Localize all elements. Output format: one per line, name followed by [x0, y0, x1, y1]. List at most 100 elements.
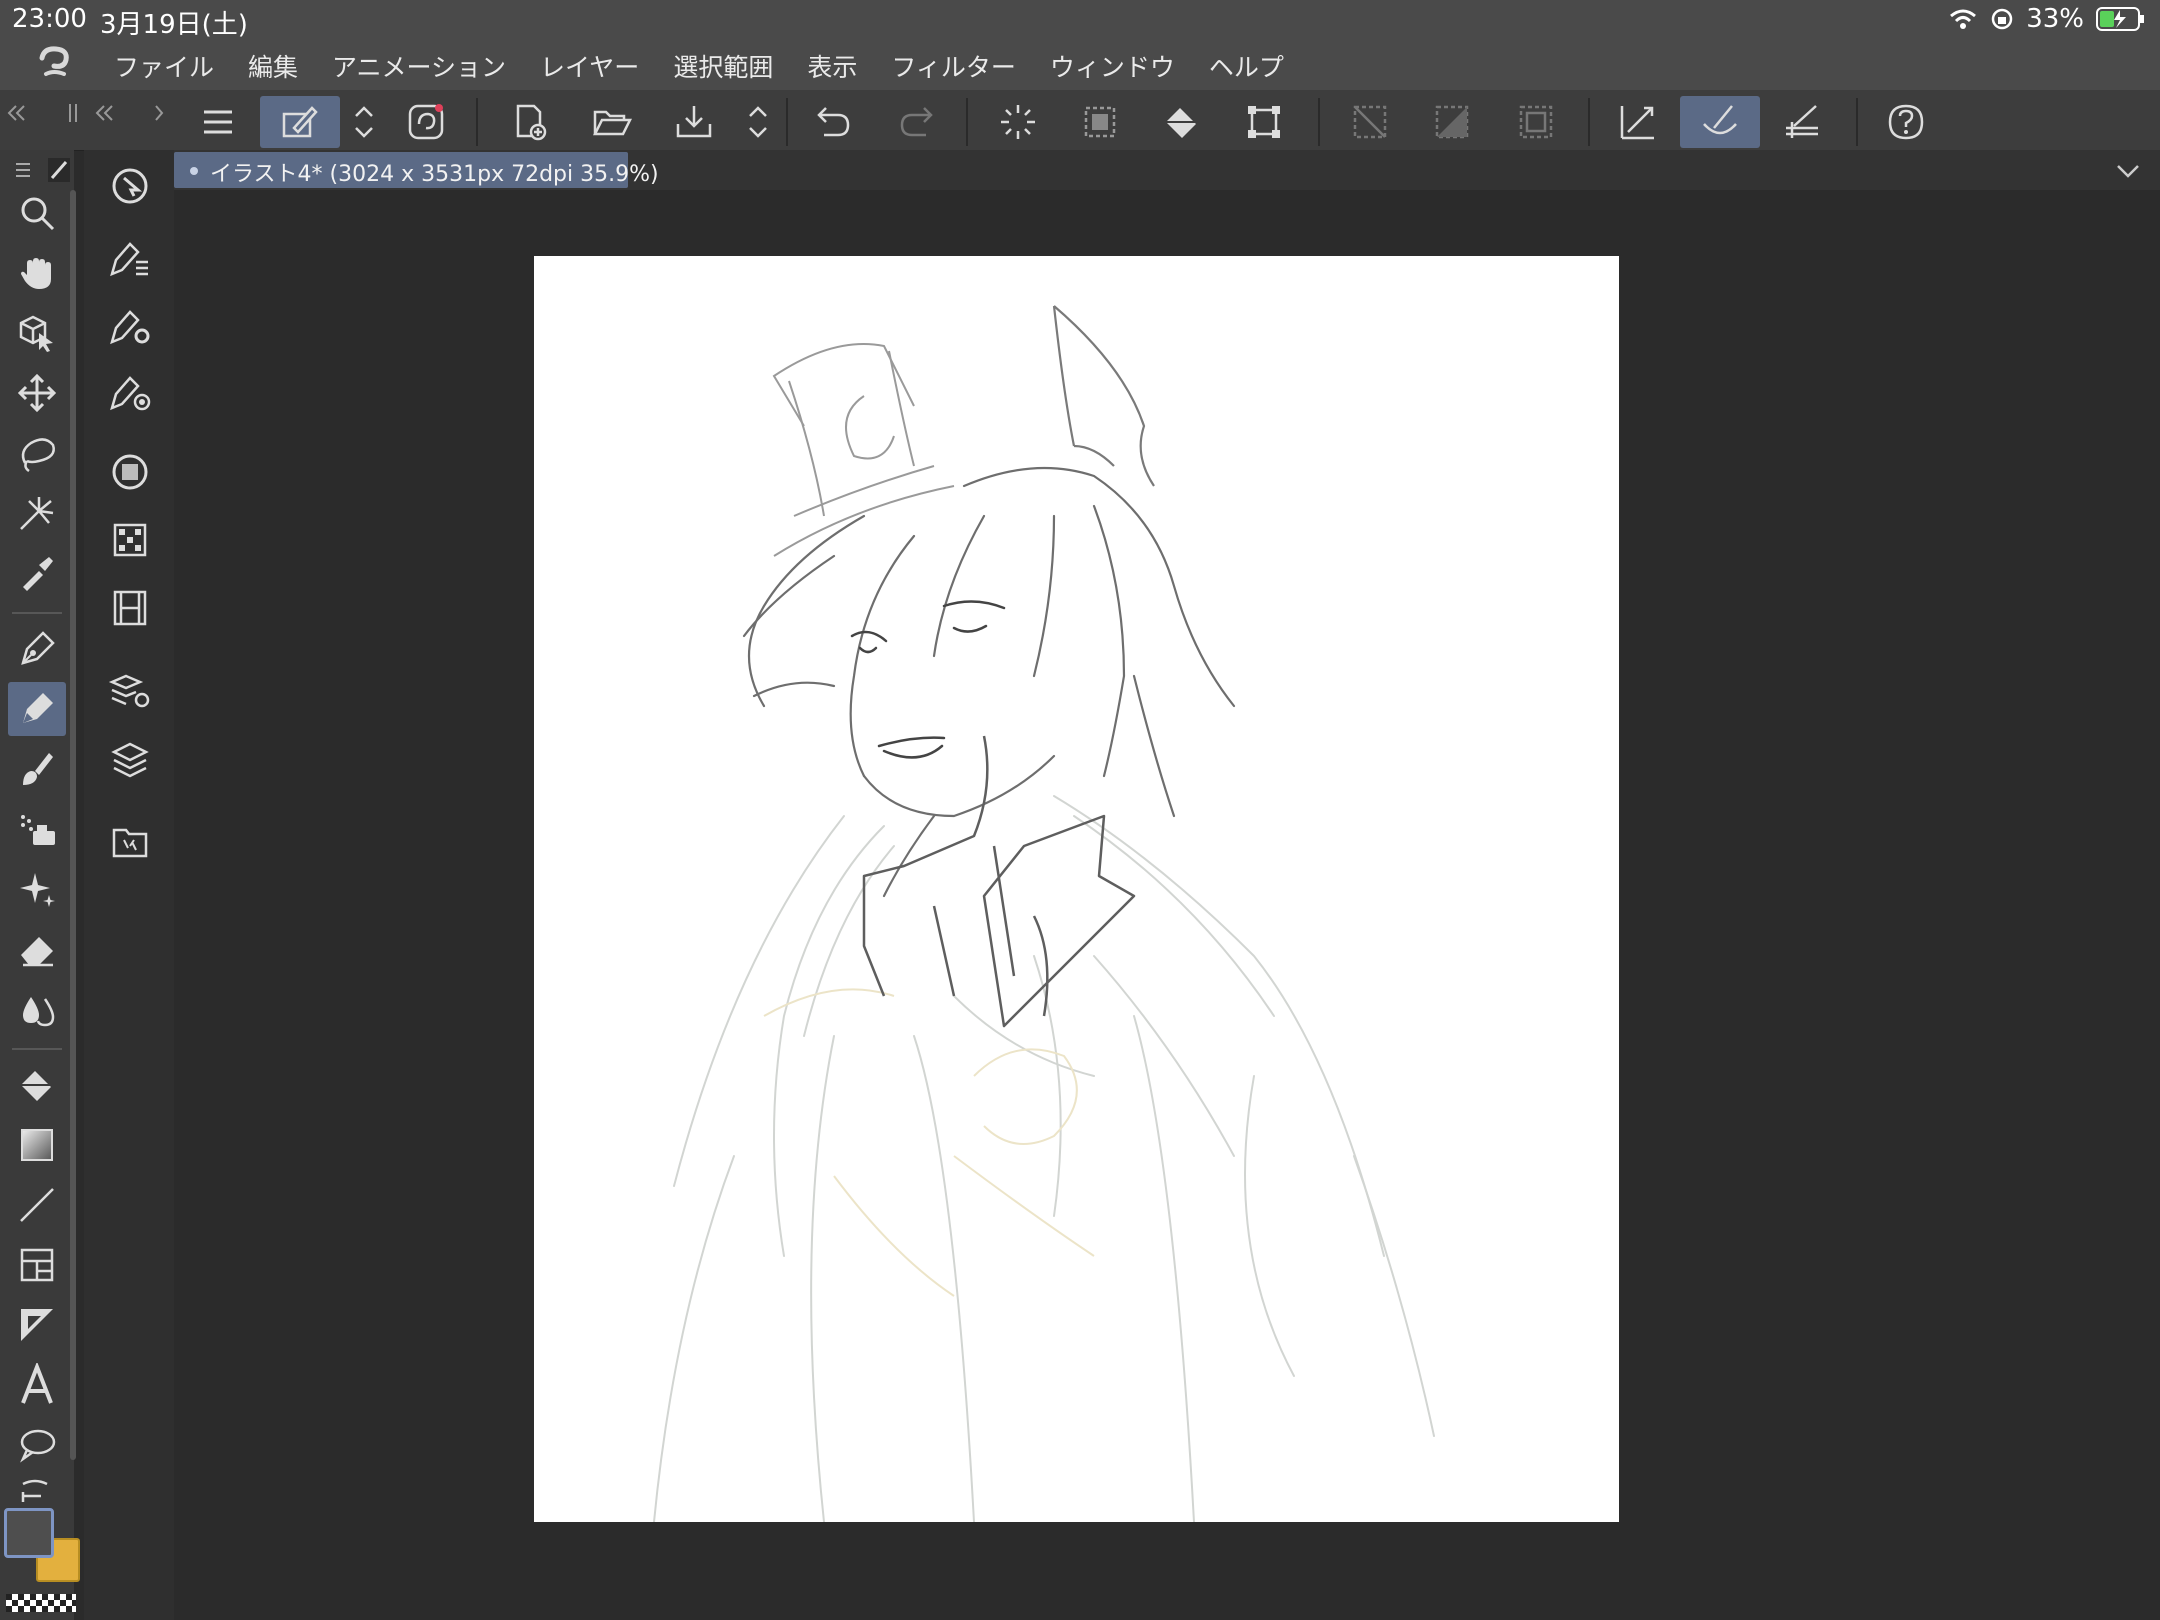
special-ruler-snap-button[interactable]: [1680, 96, 1760, 148]
menu-items: ファイル 編集 アニメーション レイヤー 選択範囲 表示 フィルター ウィンドウ…: [114, 48, 1318, 84]
tool-move[interactable]: [8, 366, 66, 420]
companion-icon: [408, 104, 444, 140]
clear-button[interactable]: [978, 96, 1058, 148]
color-grid-icon: [113, 523, 147, 557]
tool-eraser[interactable]: [8, 922, 66, 976]
collapse-left-icon[interactable]: [4, 98, 164, 128]
tool-toggle-button[interactable]: [342, 96, 386, 148]
hand-icon: [21, 258, 51, 289]
menu-view[interactable]: 表示: [807, 48, 857, 84]
status-bar: 23:00 3月19日(土) 33%: [0, 0, 2160, 40]
text-icon: [21, 1363, 53, 1404]
panel-layer-button[interactable]: [102, 732, 158, 788]
save-button[interactable]: [654, 96, 734, 148]
transparent-color-chip[interactable]: [6, 1594, 76, 1612]
tool-airbrush[interactable]: [8, 802, 66, 856]
tool-text[interactable]: [8, 1358, 66, 1412]
menu-window[interactable]: ウィンドウ: [1050, 48, 1175, 84]
menu-help[interactable]: ヘルプ: [1209, 48, 1284, 84]
redo-button[interactable]: [876, 96, 956, 148]
eraser-icon: [21, 937, 53, 967]
menu-layer[interactable]: レイヤー: [540, 48, 639, 84]
tool-gradient[interactable]: [8, 1118, 66, 1172]
zoom-icon: [21, 197, 55, 231]
tool-eyedropper[interactable]: [8, 546, 66, 600]
tool-auto-select[interactable]: [8, 486, 66, 540]
transform-button[interactable]: [1224, 96, 1304, 148]
sketch-illustration: [653, 305, 1435, 1522]
tool-palette-scrollbar[interactable]: [70, 190, 76, 1460]
move-icon: [17, 373, 57, 413]
tool-object[interactable]: [8, 306, 66, 360]
help-button[interactable]: [1866, 96, 1946, 148]
panel-color-wheel-button[interactable]: [102, 444, 158, 500]
tool-edit-icon: [282, 106, 318, 138]
fill-selection-icon: [1084, 106, 1116, 138]
save-toggle-button[interactable]: [736, 96, 780, 148]
undo-button[interactable]: [794, 96, 874, 148]
airbrush-icon: [21, 815, 55, 845]
battery-percent: 33%: [2026, 4, 2084, 34]
document-tab[interactable]: イラスト4* (3024 x 3531px 72dpi 35.9%): [174, 152, 659, 188]
ruler-snap-button[interactable]: [1598, 96, 1678, 148]
menu-filter[interactable]: フィルター: [891, 48, 1016, 84]
snap-ruler-icon: [1620, 106, 1654, 140]
sub-tool-button[interactable]: [260, 96, 340, 148]
tool-frame[interactable]: [8, 1238, 66, 1292]
drawing-canvas[interactable]: [534, 256, 1619, 1522]
selection-icon: [1519, 105, 1553, 139]
blend-icon: [23, 997, 55, 1027]
menu-selection[interactable]: 選択範囲: [673, 48, 773, 84]
film-icon: [113, 590, 147, 626]
menu-edit[interactable]: 編集: [248, 48, 298, 84]
new-file-button[interactable]: [490, 96, 570, 148]
open-file-button[interactable]: [572, 96, 652, 148]
panel-material-button[interactable]: [102, 814, 158, 870]
pen-list-icon: [110, 242, 148, 277]
menu-file[interactable]: ファイル: [114, 48, 214, 84]
panel-sub-tool-button[interactable]: [102, 230, 158, 286]
panel-timeline-button[interactable]: [102, 580, 158, 636]
new-file-icon: [516, 104, 547, 141]
tool-decoration[interactable]: [8, 862, 66, 916]
panel-color-set-button[interactable]: [102, 512, 158, 568]
pen-gear-icon: [110, 310, 150, 345]
unsaved-dot: [190, 167, 198, 175]
tool-figure[interactable]: [8, 1178, 66, 1232]
fill-button[interactable]: [1142, 96, 1222, 148]
chevron-down-icon[interactable]: [2114, 158, 2142, 182]
menu-animation[interactable]: アニメーション: [332, 48, 506, 84]
transform-icon: [1248, 106, 1280, 138]
deselect-icon: [1353, 105, 1387, 139]
lasso-select-icon: [21, 438, 55, 473]
main-color-chip[interactable]: [4, 1508, 54, 1558]
tool-pen[interactable]: [8, 622, 66, 676]
panel-layer-property-button[interactable]: [102, 664, 158, 720]
panel-tool-property-button[interactable]: [102, 298, 158, 354]
brush-icon: [23, 753, 53, 785]
panel-brush-size-button[interactable]: [102, 364, 158, 420]
main-menu-button[interactable]: [178, 96, 258, 148]
tool-ruler[interactable]: [8, 1298, 66, 1352]
tool-fill[interactable]: [8, 1058, 66, 1112]
command-bar: [0, 90, 2160, 151]
grid-snap-button[interactable]: [1762, 96, 1842, 148]
selection-area-button[interactable]: [1496, 96, 1576, 148]
app-logo-icon[interactable]: [34, 44, 74, 84]
tool-lasso[interactable]: [8, 426, 66, 480]
palette-menu-icon[interactable]: [10, 156, 70, 184]
fill-selection-button[interactable]: [1060, 96, 1140, 148]
tool-blend[interactable]: [8, 982, 66, 1036]
tool-hand[interactable]: [8, 246, 66, 300]
tool-pencil[interactable]: [8, 682, 66, 736]
tool-brush[interactable]: [8, 742, 66, 796]
correct-line-icon: [21, 1479, 48, 1502]
tool-zoom[interactable]: [8, 186, 66, 240]
panel-tool-button[interactable]: [102, 158, 158, 214]
tool-balloon[interactable]: [8, 1418, 66, 1472]
hamburger-icon: [204, 110, 232, 134]
deselect-button[interactable]: [1330, 96, 1410, 148]
companion-button[interactable]: [386, 96, 466, 148]
invert-selection-button[interactable]: [1412, 96, 1492, 148]
tool-correct-line[interactable]: [8, 1472, 66, 1502]
